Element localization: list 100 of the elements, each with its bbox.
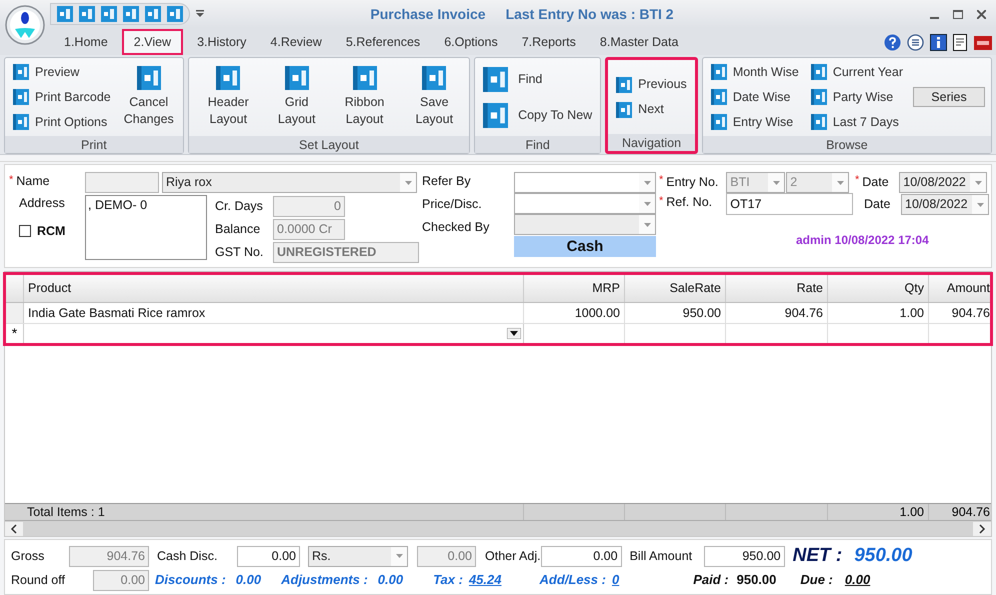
horizontal-scrollbar[interactable]	[5, 520, 991, 536]
unit-dropdown[interactable]: Rs.	[308, 546, 408, 566]
ribbon-button[interactable]: Date Wise	[708, 84, 801, 110]
field-label: Ref. No.	[666, 194, 714, 211]
ribbon-button[interactable]: Copy To New	[481, 97, 594, 133]
ribbon-tab[interactable]: 6.Options	[432, 29, 510, 55]
ribbon-button[interactable]: Next	[614, 97, 689, 122]
close-icon[interactable]	[977, 10, 986, 18]
dropdown-arrow-icon	[836, 180, 844, 184]
column-header[interactable]: Rate	[726, 275, 828, 302]
scroll-right-icon[interactable]	[973, 522, 991, 536]
table-cell: 1.00	[828, 303, 929, 323]
column-header[interactable]: SaleRate	[625, 275, 726, 302]
required-marker: *	[9, 173, 14, 188]
ribbon-tab[interactable]: 7.Reports	[510, 29, 588, 55]
column-header[interactable]: Amount	[929, 275, 990, 302]
input-field[interactable]: 0.00	[540, 546, 622, 566]
series-button[interactable]: Series	[913, 87, 985, 107]
ribbon-button[interactable]: Grid Layout	[270, 66, 324, 128]
checked-by-dropdown[interactable]	[514, 214, 656, 235]
field-label: Price/Disc.	[422, 196, 483, 213]
ribbon-button[interactable]: Previous	[614, 72, 689, 97]
info-icon[interactable]	[930, 34, 947, 51]
rcm-checkbox[interactable]	[19, 225, 31, 238]
ribbon-tab[interactable]: 1.Home	[52, 29, 120, 55]
ribbon-tab[interactable]: 5.References	[334, 29, 432, 55]
input-field[interactable]: 950.00	[704, 546, 785, 566]
ribbon-button[interactable]: Print Options	[11, 110, 113, 134]
input-field[interactable]: 0.00	[93, 570, 149, 590]
toolbar-icon[interactable]	[57, 6, 73, 22]
ribbon-button[interactable]: Party Wise	[808, 84, 905, 110]
input-field[interactable]: 0	[273, 196, 345, 217]
price-dropdown[interactable]	[514, 193, 656, 214]
maximize-icon[interactable]	[953, 10, 963, 18]
help-icon[interactable]	[884, 34, 901, 51]
column-header[interactable]: Product	[24, 275, 524, 302]
tile-icon	[422, 66, 446, 90]
exit-sign-icon[interactable]	[974, 36, 992, 50]
tile-icon	[616, 102, 632, 118]
ribbon-button[interactable]: Cancel Changes	[120, 66, 177, 128]
dropdown-arrow-icon	[976, 202, 984, 206]
tile-icon	[284, 66, 309, 90]
input-field[interactable]: 904.76	[69, 546, 149, 566]
field-label: Balance	[215, 221, 262, 238]
ribbon-tab[interactable]: 2.View	[122, 29, 184, 55]
refer-by-dropdown[interactable]	[514, 172, 656, 193]
summary-value: 0.00	[236, 571, 262, 590]
customize-arrow-icon[interactable]	[196, 10, 204, 18]
dropdown-arrow-icon	[772, 180, 780, 184]
ribbon-button[interactable]: Header Layout	[194, 66, 262, 128]
field-label: Other Adj.	[485, 548, 541, 565]
field-label: Entry No.	[666, 174, 720, 192]
address-field[interactable]: , DEMO- 0	[85, 195, 207, 260]
input-field[interactable]: UNREGISTERED	[273, 242, 419, 263]
input-field[interactable]	[85, 172, 159, 193]
input-field[interactable]: 0.00	[237, 546, 300, 566]
input-field[interactable]: OT17	[726, 193, 854, 215]
tile-icon	[710, 64, 727, 80]
ribbon-button[interactable]: Month Wise	[708, 60, 801, 84]
date-dropdown[interactable]: 10/08/2022	[901, 194, 989, 215]
ribbon-button[interactable]: Ribbon Layout	[332, 66, 398, 128]
input-field[interactable]: 0.0000 Cr	[273, 219, 345, 240]
payment-mode-label: Cash	[514, 236, 656, 257]
input-field[interactable]: 0.00	[417, 546, 476, 566]
ribbon-tab[interactable]: 4.Review	[258, 29, 334, 55]
scroll-left-icon[interactable]	[5, 522, 23, 536]
list-icon[interactable]	[907, 34, 924, 51]
ribbon-tab[interactable]: 8.Master Data	[588, 29, 690, 55]
group-title: Print	[5, 136, 183, 153]
ribbon-tab[interactable]: 3.History	[185, 29, 258, 55]
table-cell: 950.00	[625, 303, 726, 323]
field-label: Refer By	[422, 173, 472, 190]
window-title: Purchase Invoice	[370, 4, 486, 24]
toolbar-icon[interactable]	[79, 6, 95, 22]
ribbon-button[interactable]: Find	[481, 61, 594, 97]
toolbar-icon[interactable]	[145, 6, 161, 22]
ribbon-button[interactable]: Preview	[11, 60, 113, 84]
ribbon-button[interactable]: Entry Wise	[708, 110, 801, 134]
tile-icon	[13, 114, 29, 130]
ribbon-button[interactable]: Current Year	[808, 60, 905, 84]
party-dropdown[interactable]: Riya rox	[162, 172, 417, 193]
summary-link[interactable]: 45.24	[468, 570, 502, 590]
ribbon-button[interactable]: Print Barcode	[11, 84, 113, 110]
paid-label: Paid :	[693, 571, 729, 590]
field-label: Address	[19, 195, 65, 212]
toolbar-icon[interactable]	[101, 6, 117, 22]
ribbon-button[interactable]: Save Layout	[406, 66, 464, 128]
ribbon-button[interactable]: Last 7 Days	[808, 110, 905, 134]
field-label: Cr. Days	[215, 198, 264, 216]
net-amount: 950.00	[854, 544, 912, 568]
column-header[interactable]: Qty	[828, 275, 929, 302]
document-icon[interactable]	[953, 34, 968, 51]
summary-link[interactable]: 0	[612, 570, 620, 590]
field-label: Gross	[11, 548, 46, 565]
date-dropdown[interactable]: 10/08/2022	[899, 172, 988, 193]
toolbar-icon[interactable]	[123, 6, 139, 22]
summary-label: Tax :	[433, 571, 463, 590]
column-header[interactable]: MRP	[524, 275, 625, 302]
toolbar-icon[interactable]	[167, 6, 183, 22]
group-title: Find	[475, 136, 600, 153]
